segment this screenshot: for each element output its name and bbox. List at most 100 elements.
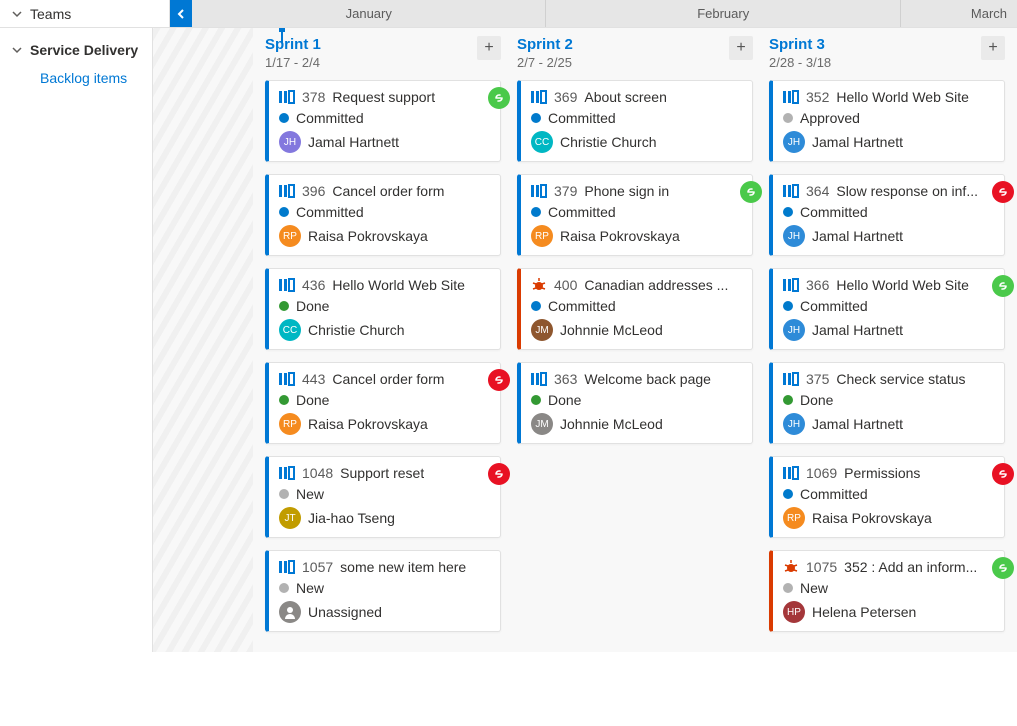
month-march: March — [901, 0, 1017, 27]
work-item-title: Request support — [332, 89, 435, 105]
chevron-down-icon — [12, 6, 22, 22]
backlog-item-icon — [531, 372, 547, 386]
add-card-button[interactable]: + — [729, 36, 753, 60]
avatar: CC — [531, 131, 553, 153]
assignee-name: Raisa Pokrovskaya — [812, 510, 932, 526]
assignee-name: Jamal Hartnett — [812, 228, 903, 244]
top-bar: Teams January February March — [0, 0, 1017, 28]
work-item-id: 378 — [302, 89, 325, 105]
work-item-id: 443 — [302, 371, 325, 387]
work-item-state: New — [296, 580, 324, 596]
work-item-card[interactable]: 369About screenCommittedCCChristie Churc… — [517, 80, 753, 162]
work-item-state: Committed — [548, 204, 616, 220]
work-item-id: 396 — [302, 183, 325, 199]
add-card-button[interactable]: + — [981, 36, 1005, 60]
teams-header[interactable]: Teams — [0, 0, 170, 27]
sidebar-item-backlog[interactable]: Backlog items — [0, 64, 152, 92]
state-dot-icon — [783, 395, 793, 405]
avatar: JH — [783, 225, 805, 247]
assignee-name: Christie Church — [560, 134, 656, 150]
work-item-card[interactable]: 378Request supportCommittedJHJamal Hartn… — [265, 80, 501, 162]
work-item-state: Committed — [800, 486, 868, 502]
work-item-id: 352 — [806, 89, 829, 105]
timeline-gutter — [153, 28, 253, 652]
state-dot-icon — [531, 301, 541, 311]
work-item-state: Done — [800, 392, 833, 408]
link-badge-icon[interactable] — [992, 181, 1014, 203]
sprint-title-link[interactable]: Sprint 2 — [517, 36, 573, 53]
link-badge-icon[interactable] — [488, 87, 510, 109]
link-badge-icon[interactable] — [488, 463, 510, 485]
state-dot-icon — [279, 489, 289, 499]
backlog-item-icon — [783, 372, 799, 386]
backlog-item-icon — [279, 372, 295, 386]
work-item-title: Permissions — [844, 465, 920, 481]
state-dot-icon — [531, 113, 541, 123]
month-january: January — [192, 0, 546, 27]
sprint-lane: Sprint 22/7 - 2/25+369About screenCommit… — [517, 36, 753, 644]
state-dot-icon — [783, 207, 793, 217]
work-item-state: Committed — [548, 298, 616, 314]
assignee-name: Jia-hao Tseng — [308, 510, 395, 526]
work-item-card[interactable]: 379Phone sign inCommittedRPRaisa Pokrovs… — [517, 174, 753, 256]
work-item-card[interactable]: 352Hello World Web SiteApprovedJHJamal H… — [769, 80, 1005, 162]
work-item-id: 379 — [554, 183, 577, 199]
work-item-id: 436 — [302, 277, 325, 293]
work-item-title: Check service status — [836, 371, 965, 387]
month-february: February — [546, 0, 900, 27]
work-item-card[interactable]: 400Canadian addresses ...CommittedJMJohn… — [517, 268, 753, 350]
link-badge-icon[interactable] — [740, 181, 762, 203]
sprint-title-link[interactable]: Sprint 1 — [265, 36, 321, 53]
sidebar-group-header[interactable]: Service Delivery — [0, 36, 152, 64]
assignee-name: Raisa Pokrovskaya — [308, 416, 428, 432]
work-item-card[interactable]: 363Welcome back pageDoneJMJohnnie McLeod — [517, 362, 753, 444]
assignee-name: Helena Petersen — [812, 604, 916, 620]
work-item-title: Cancel order form — [332, 371, 444, 387]
work-item-card[interactable]: 396Cancel order formCommittedRPRaisa Pok… — [265, 174, 501, 256]
state-dot-icon — [783, 583, 793, 593]
avatar: JH — [783, 131, 805, 153]
work-item-card[interactable]: 436Hello World Web SiteDoneCCChristie Ch… — [265, 268, 501, 350]
work-item-state: Committed — [800, 298, 868, 314]
board: Sprint 11/17 - 2/4+378Request supportCom… — [153, 28, 1017, 652]
link-badge-icon[interactable] — [488, 369, 510, 391]
work-item-card[interactable]: 1048Support resetNewJTJia-hao Tseng — [265, 456, 501, 538]
work-item-state: Done — [296, 392, 329, 408]
work-item-card[interactable]: 1069PermissionsCommittedRPRaisa Pokrovsk… — [769, 456, 1005, 538]
work-item-title: Hello World Web Site — [836, 277, 969, 293]
work-item-id: 375 — [806, 371, 829, 387]
timeline-header: January February March — [170, 0, 1017, 27]
work-item-id: 400 — [554, 277, 577, 293]
bug-icon — [531, 278, 547, 292]
work-item-title: Hello World Web Site — [332, 277, 465, 293]
state-dot-icon — [783, 113, 793, 123]
state-dot-icon — [279, 207, 289, 217]
work-item-id: 1075 — [806, 559, 837, 575]
work-item-card[interactable]: 1057some new item hereNewUnassigned — [265, 550, 501, 632]
link-badge-icon[interactable] — [992, 557, 1014, 579]
work-item-card[interactable]: 375Check service statusDoneJHJamal Hartn… — [769, 362, 1005, 444]
sprint-title-link[interactable]: Sprint 3 — [769, 36, 825, 53]
work-item-card[interactable]: 364Slow response on inf...CommittedJHJam… — [769, 174, 1005, 256]
work-item-id: 1048 — [302, 465, 333, 481]
work-item-title: Support reset — [340, 465, 424, 481]
avatar: HP — [783, 601, 805, 623]
work-item-id: 1069 — [806, 465, 837, 481]
sprint-lane: Sprint 11/17 - 2/4+378Request supportCom… — [265, 36, 501, 644]
link-badge-icon[interactable] — [992, 275, 1014, 297]
backlog-item-icon — [531, 90, 547, 104]
backlog-item-icon — [783, 466, 799, 480]
work-item-id: 1057 — [302, 559, 333, 575]
prev-month-button[interactable] — [170, 0, 192, 27]
link-badge-icon[interactable] — [992, 463, 1014, 485]
work-item-card[interactable]: 366Hello World Web SiteCommittedJHJamal … — [769, 268, 1005, 350]
work-item-state: Committed — [296, 204, 364, 220]
backlog-item-icon — [783, 278, 799, 292]
work-item-card[interactable]: 443Cancel order formDoneRPRaisa Pokrovsk… — [265, 362, 501, 444]
assignee-name: Johnnie McLeod — [560, 416, 663, 432]
work-item-card[interactable]: 1075352 : Add an inform...NewHPHelena Pe… — [769, 550, 1005, 632]
add-card-button[interactable]: + — [477, 36, 501, 60]
avatar — [279, 601, 301, 623]
chevron-down-icon — [12, 42, 22, 58]
assignee-name: Unassigned — [308, 604, 382, 620]
